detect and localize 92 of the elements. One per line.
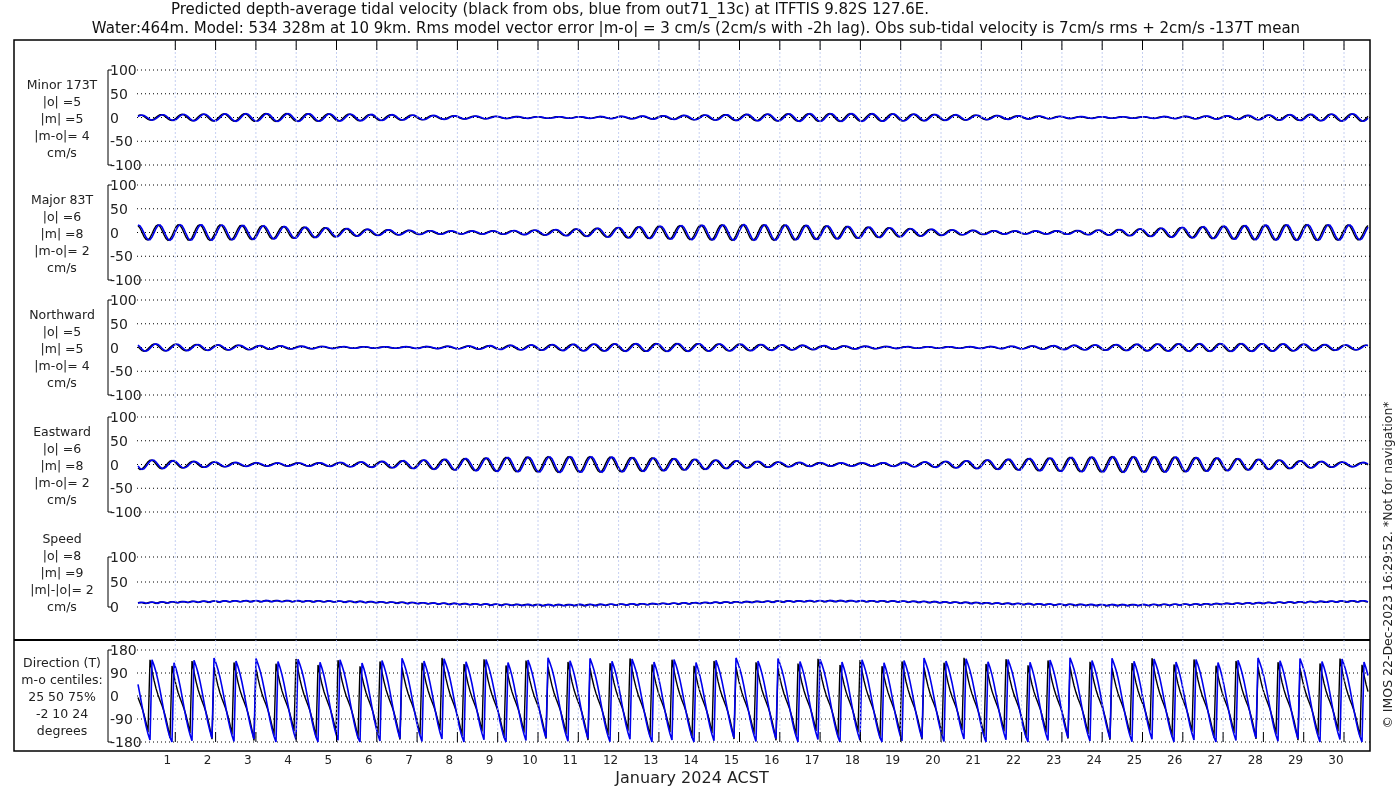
y-tick-label: 0: [110, 456, 119, 473]
x-tick-label: 1: [163, 753, 172, 767]
y-tick-label: 100: [110, 62, 137, 78]
panel-label: |m| =5: [40, 110, 84, 126]
x-tick-label: 13: [643, 753, 659, 767]
panel-label: |o| =5: [42, 323, 82, 339]
panel-label: Northward: [29, 306, 95, 322]
panel-label: cm/s: [47, 144, 77, 160]
y-tick-label: 100: [110, 177, 137, 193]
x-tick-label: 2: [203, 753, 212, 767]
x-tick-label: 4: [284, 753, 292, 767]
panel-label: |o| =6: [42, 440, 82, 456]
panel-label: Eastward: [33, 423, 91, 439]
x-tick-label: 8: [445, 753, 454, 767]
y-tick-label: 100: [110, 409, 137, 425]
panel-label: -2 10 24: [35, 706, 89, 721]
panel-label: Speed: [42, 531, 82, 546]
x-axis-title: January 2024 ACST: [615, 768, 769, 787]
y-tick-label: -90: [110, 711, 133, 727]
panel-label: cm/s: [47, 374, 77, 390]
x-tick-label: 3: [244, 753, 252, 767]
x-tick-label: 5: [324, 753, 333, 767]
y-tick-label: 50: [110, 85, 128, 102]
credit-note: © IMOS 22-Dec-2023 16:29:52. *Not for navigation*: [1380, 401, 1395, 729]
y-tick-label: -180: [110, 734, 142, 750]
x-tick-label: 15: [723, 753, 740, 767]
y-tick-label: 0: [110, 339, 119, 356]
panel-label: 25 50 75%: [28, 689, 96, 704]
x-tick-label: 27: [1207, 753, 1223, 767]
x-tick-label: 9: [485, 753, 494, 767]
panel-label: |m-o|= 4: [34, 357, 90, 373]
y-tick-label: 0: [110, 224, 119, 241]
x-tick-label: 26: [1167, 753, 1183, 767]
x-tick-label: 23: [1046, 753, 1062, 767]
panel-label: |o| =8: [42, 548, 82, 563]
panel-label: cm/s: [47, 599, 77, 614]
y-tick-label: 100: [110, 292, 137, 308]
x-tick-label: 30: [1328, 753, 1344, 767]
x-tick-label: 19: [885, 753, 901, 767]
y-tick-label: -50: [110, 363, 133, 380]
y-tick-label: -100: [110, 272, 142, 288]
x-tick-label: 20: [925, 753, 941, 767]
panel-label: |m| =8: [40, 457, 84, 473]
y-tick-label: -100: [110, 387, 142, 403]
y-tick-label: 100: [110, 549, 137, 565]
x-tick-label: 12: [602, 753, 619, 767]
panel-label: |m| =9: [40, 565, 84, 580]
y-tick-label: 50: [110, 200, 128, 217]
y-tick-label: 0: [110, 599, 119, 615]
x-tick-label: 11: [562, 753, 578, 767]
x-tick-label: 18: [844, 753, 860, 767]
panel-label: |m| =5: [40, 340, 84, 356]
panel-label: |m-o|= 2: [34, 242, 90, 258]
x-tick-label: 7: [405, 753, 413, 767]
y-tick-label: -50: [110, 480, 133, 497]
panel-label: |m-o|= 2: [34, 474, 90, 490]
x-tick-label: 22: [1005, 753, 1022, 767]
panel-label: Minor 173T: [26, 76, 98, 92]
panel-label: |o| =6: [42, 208, 82, 224]
panel-label: |m|-|o|= 2: [30, 582, 94, 597]
y-tick-label: -50: [110, 248, 133, 265]
panel-label: |o| =5: [42, 93, 82, 109]
panel-label: |m| =8: [40, 225, 84, 241]
panel-label: m-o centiles:: [21, 672, 103, 687]
chart-title: Water:464m. Model: 534 328m at 10 9km. Rms model vector error |m-o| = 3 cm/s (2cm/s with -2h lag). Obs sub-tidal velocity is 7cm/s rms + 2cm/s -137T mean: [91, 19, 1301, 37]
panel-label: Direction (T): [23, 655, 101, 670]
x-tick-label: 29: [1288, 753, 1304, 767]
y-tick-label: 0: [110, 688, 119, 704]
y-tick-label: 50: [110, 315, 128, 332]
x-tick-label: 24: [1086, 753, 1102, 767]
y-tick-label: 180: [110, 642, 137, 658]
y-tick-label: 50: [110, 574, 128, 590]
x-tick-label: 6: [364, 753, 373, 767]
x-tick-label: 16: [764, 753, 780, 767]
panel-label: cm/s: [47, 491, 77, 507]
chart-title: Predicted depth-average tidal velocity (black from obs, blue from out71_13c) at ITFTIS 9.82S 127.6E.: [170, 0, 930, 18]
panel-label: degrees: [36, 723, 88, 738]
panel-label: cm/s: [47, 259, 77, 275]
y-tick-label: 90: [110, 665, 128, 681]
panel-label: |m-o|= 4: [34, 127, 90, 143]
y-tick-label: 0: [110, 109, 119, 126]
x-tick-label: 25: [1126, 753, 1143, 767]
x-tick-label: 21: [965, 753, 981, 767]
x-tick-label: 14: [683, 753, 699, 767]
x-tick-label: 28: [1247, 753, 1263, 767]
x-tick-label: 10: [522, 753, 538, 767]
x-tick-label: 17: [804, 753, 820, 767]
y-tick-label: -50: [110, 133, 133, 150]
panel-label: Major 83T: [30, 191, 94, 207]
y-tick-label: 50: [110, 432, 128, 449]
y-tick-label: -100: [110, 157, 142, 173]
y-tick-label: -100: [110, 504, 142, 520]
